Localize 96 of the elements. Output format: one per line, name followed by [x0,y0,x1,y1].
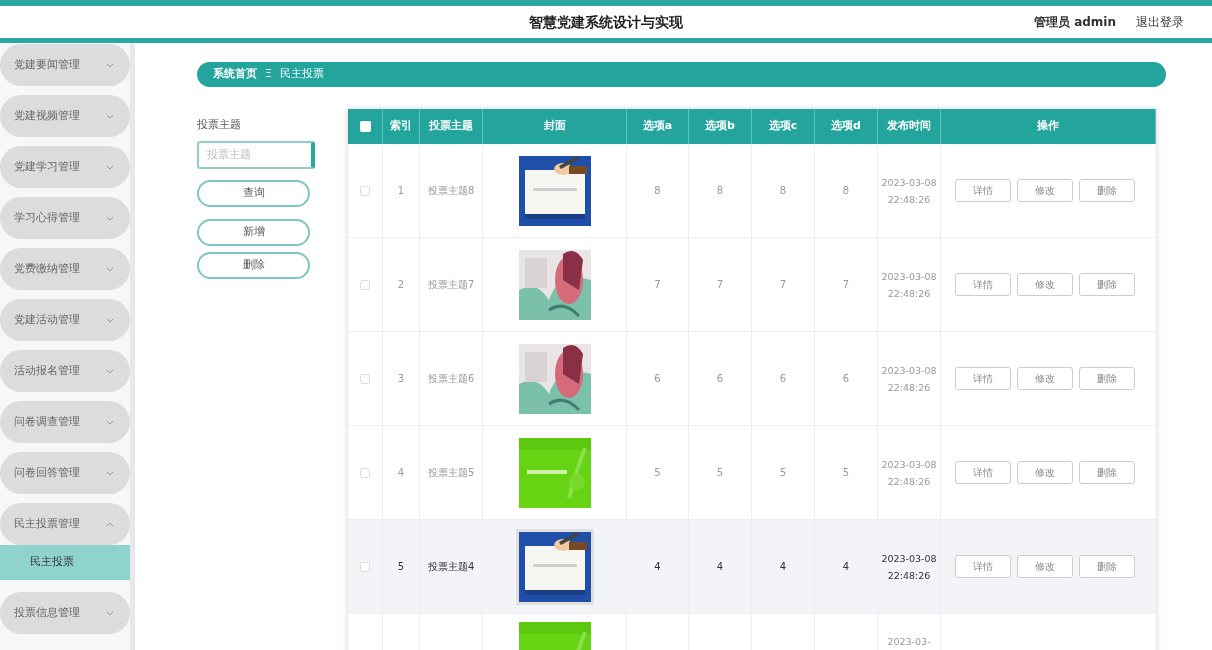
table-cell-text: 8 [779,184,787,198]
chevron-icon [106,521,114,527]
row-checkbox[interactable] [360,561,370,572]
table-row[interactable]: 4 投票主题5 5 5 5 5 2023-03-08 22:48:26 详情 修改 删除 [348,426,1156,520]
table-cell-text: 2023-03- [887,636,931,649]
table-cell-text: 投票主题5 [428,466,475,480]
row-action-button[interactable]: 删除 [1079,367,1135,390]
menu-item[interactable]: 投票信息管理 [0,592,130,634]
table-cell-text: 2023-03-08 22:48:26 [880,269,938,301]
table-cell-text: 8 [716,184,724,198]
menu-item[interactable]: 党建学习管理 [0,146,130,188]
table-cell-text: 4 [842,560,850,574]
row-action-button[interactable]: 删除 [1079,179,1135,202]
row-action-button[interactable]: 详情 [955,273,1011,296]
menu-item[interactable]: 党建要闻管理 [0,44,130,86]
table-row[interactable]: 3 投票主题6 6 6 6 6 2023-03-08 22:48:26 详情 修改 删除 [348,332,1156,426]
chevron-icon [106,266,114,272]
chevron-icon [106,215,114,221]
table-cell-text: 投票主题4 [428,560,475,574]
user-name: 管理员 admin [1033,14,1116,31]
table-row[interactable]: 5 投票主题4 4 4 4 4 2023-03-08 22:48:26 详情 修改 删除 [348,520,1156,614]
row-checkbox[interactable] [360,185,370,196]
row-action-button[interactable]: 修改 [1017,179,1073,202]
row-checkbox[interactable] [360,373,370,384]
row-checkbox[interactable] [360,467,370,478]
table-cell-text: 2023-03-08 22:48:26 [880,175,938,207]
table-row[interactable]: 1 投票主题8 8 8 8 8 2023-03-08 22:48:26 详情 修改 删除 [348,144,1156,238]
table-cell-text: 1 [397,184,405,198]
table-cell-text: 2023-03-08 22:48:26 [880,551,938,583]
search-label: 投票主题 [197,117,242,133]
table-cell-text: 3 [397,372,405,386]
menu-item[interactable]: 学习心得管理 [0,197,130,239]
table-cell-text: 4 [654,560,661,574]
logout-link[interactable]: 退出登录 [1136,13,1184,31]
chevron-icon [106,610,114,616]
table-cell-text: 投票主题6 [428,372,475,386]
table-cell-text: 投票主题7 [428,278,475,292]
row-action-button[interactable]: 修改 [1017,367,1073,390]
action-button[interactable]: 查询 [197,179,310,207]
table-cell-text: 5 [716,466,724,480]
table-cell-text: 8 [654,184,661,198]
chevron-icon [106,470,114,476]
row-action-button[interactable]: 修改 [1017,461,1073,484]
table-cell-text: 8 [842,184,850,198]
table-cell-text: 7 [716,278,724,292]
table-cell-text: 5 [779,466,787,480]
table-cell-text: 7 [654,278,661,292]
menu-item[interactable]: 党费缴纳管理 [0,248,130,290]
row-action-button[interactable]: 删除 [1079,555,1135,578]
table-cell-text: 4 [779,560,787,574]
table-cell-text: 6 [842,372,850,386]
row-action-button[interactable]: 删除 [1079,461,1135,484]
table-cell-text: 2 [397,278,405,292]
chevron-icon [106,317,114,323]
menu-item[interactable]: 问卷回答管理 [0,452,130,494]
breadcrumb-link[interactable]: 系统首页 [213,66,257,83]
action-button[interactable]: 新增 [197,218,310,246]
menu-item[interactable]: 党建活动管理 [0,299,130,341]
select-all-checkbox[interactable] [359,121,371,132]
submenu-item[interactable]: 民主投票 [0,545,130,580]
chevron-icon [106,419,114,425]
table-cell-text: 5 [654,466,661,480]
table-cell-text: 7 [779,278,787,292]
row-action-button[interactable]: 详情 [955,555,1011,578]
table-cell-text: 2023-03-08 22:48:26 [880,363,938,395]
table-row[interactable]: 2 投票主题7 7 7 7 7 2023-03-08 22:48:26 详情 修改 删除 [348,238,1156,332]
table-cell-text: 4 [397,466,405,480]
menu-item[interactable]: 党建视频管理 [0,95,130,137]
table-cell-text: 6 [779,372,787,386]
row-action-button[interactable]: 修改 [1017,273,1073,296]
breadcrumb-separator: Ξ [265,66,272,83]
app-title: 智慧党建系统设计与实现 [529,12,683,32]
row-action-button[interactable]: 修改 [1017,555,1073,578]
row-action-button[interactable]: 详情 [955,179,1011,202]
table-cell-text: 7 [842,278,850,292]
table-cell-text: 2023-03-08 22:48:26 [880,457,938,489]
row-action-button[interactable]: 详情 [955,367,1011,390]
chevron-icon [106,368,114,374]
chevron-icon [106,113,114,119]
menu-item[interactable]: 民主投票管理 [0,503,130,545]
table-cell-text: 6 [716,372,724,386]
action-button[interactable]: 删除 [197,251,310,279]
table-cell-text: 4 [716,560,724,574]
chevron-icon [106,62,114,68]
table-cell-text: 投票主题8 [428,184,475,198]
breadcrumb-current: 民主投票 [279,66,324,83]
chevron-icon [106,164,114,170]
search-field[interactable]: 投票主题 [197,140,315,169]
row-checkbox[interactable] [360,279,370,290]
menu-item[interactable]: 活动报名管理 [0,350,130,392]
table-cell-text: 5 [397,560,405,574]
row-action-button[interactable]: 详情 [955,461,1011,484]
row-action-button[interactable]: 删除 [1079,273,1135,296]
menu-item[interactable]: 问卷调查管理 [0,401,130,443]
table-cell-text: 5 [842,466,850,480]
table-cell-text: 6 [654,372,661,386]
